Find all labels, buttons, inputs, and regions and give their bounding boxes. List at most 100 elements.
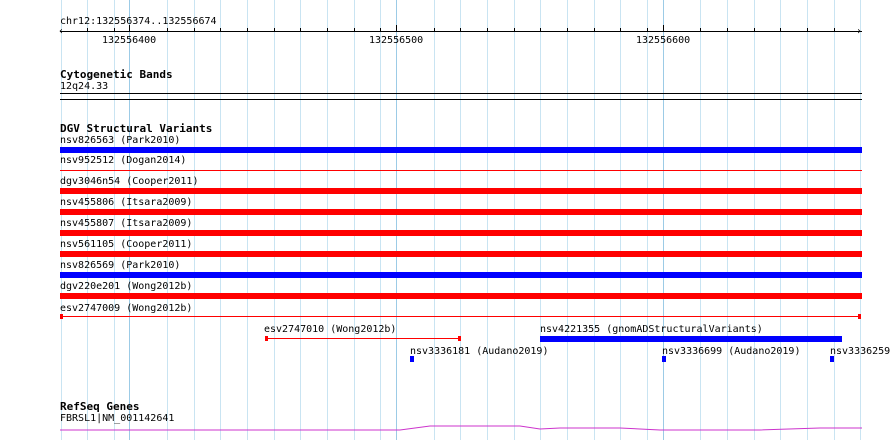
grid-line <box>194 0 195 440</box>
grid-line <box>300 0 301 440</box>
grid-line <box>354 0 355 440</box>
grid-line <box>754 0 755 440</box>
ruler-minor-tick <box>807 28 808 31</box>
variant-bar[interactable] <box>266 338 460 339</box>
variant-end-marker <box>60 314 63 319</box>
grid-line <box>700 0 701 440</box>
grid-line <box>807 0 808 440</box>
variant-bar[interactable] <box>60 188 862 194</box>
location-label: chr12:132556374..132556674 <box>60 16 217 27</box>
ruler-minor-tick <box>380 28 381 31</box>
variant-bar[interactable] <box>410 356 414 362</box>
grid-line <box>727 0 728 440</box>
variant-bar[interactable] <box>830 356 834 362</box>
ruler-right-arrow: › <box>856 26 863 37</box>
grid-line <box>220 0 221 440</box>
ruler-axis <box>60 31 862 32</box>
genome-browser: chr12:132556374..132556674 ‹ › 132556400… <box>0 0 890 440</box>
grid-line <box>663 0 664 440</box>
ruler-minor-tick <box>194 28 195 31</box>
variant-bar[interactable] <box>60 251 862 257</box>
variant-label: dgv220e201 (Wong2012b) <box>60 281 193 292</box>
variant-label: nsv3336181 (Audano2019) <box>410 346 549 357</box>
grid-line <box>540 0 541 440</box>
ruler-minor-tick <box>300 28 301 31</box>
grid-line <box>860 0 861 440</box>
grid-line <box>487 0 488 440</box>
gene-model[interactable] <box>60 422 862 434</box>
ruler-minor-tick <box>247 28 248 31</box>
variant-label: nsv455806 (Itsara2009) <box>60 197 193 208</box>
variant-bar[interactable] <box>60 170 862 171</box>
grid-line <box>460 0 461 440</box>
ruler-minor-tick <box>460 28 461 31</box>
ruler-minor-tick <box>540 28 541 31</box>
variant-end-marker <box>265 336 268 341</box>
variant-bar[interactable] <box>662 356 666 362</box>
variant-label: dgv3046n54 (Cooper2011) <box>60 176 199 187</box>
cytoband-line <box>60 93 862 94</box>
ruler-minor-tick <box>620 28 621 31</box>
ruler-minor-tick <box>87 28 88 31</box>
ruler-minor-tick <box>754 28 755 31</box>
ruler-minor-tick <box>594 28 595 31</box>
variant-label: nsv3336259 <box>830 346 890 357</box>
ruler-minor-tick <box>114 28 115 31</box>
variant-label: nsv826563 (Park2010) <box>60 135 181 146</box>
variant-label: nsv455807 (Itsara2009) <box>60 218 193 229</box>
ruler-minor-tick <box>700 28 701 31</box>
variant-label: esv2747009 (Wong2012b) <box>60 303 193 314</box>
ruler-minor-tick <box>327 28 328 31</box>
ruler-major-tick <box>663 25 664 31</box>
variant-end-marker <box>458 336 461 341</box>
grid-line <box>434 0 435 440</box>
grid-line <box>514 0 515 440</box>
ruler-minor-tick <box>647 28 648 31</box>
ruler-minor-tick <box>780 28 781 31</box>
variant-bar[interactable] <box>540 336 842 342</box>
grid-line <box>327 0 328 440</box>
variant-label: nsv3336699 (Audano2019) <box>662 346 801 357</box>
ruler-minor-tick <box>514 28 515 31</box>
grid-line <box>780 0 781 440</box>
grid-line <box>247 0 248 440</box>
variant-bar[interactable] <box>61 316 861 317</box>
grid-line <box>594 0 595 440</box>
variant-label: nsv4221355 (gnomADStructuralVariants) <box>540 324 763 335</box>
ruler-minor-tick <box>274 28 275 31</box>
grid-line <box>834 0 835 440</box>
variant-label: nsv561105 (Cooper2011) <box>60 239 193 250</box>
variant-label: esv2747010 (Wong2012b) <box>264 324 397 335</box>
cytoband-track-title[interactable]: Cytogenetic Bands <box>60 68 173 81</box>
grid-line <box>380 0 381 440</box>
grid-line <box>567 0 568 440</box>
ruler-major-tick <box>396 25 397 31</box>
variant-end-marker <box>858 314 861 319</box>
ruler-minor-tick <box>834 28 835 31</box>
grid-line <box>274 0 275 440</box>
ruler-minor-tick <box>354 28 355 31</box>
variant-bar[interactable] <box>60 209 862 215</box>
ruler-tick-label: 132556500 <box>369 35 424 46</box>
grid-line <box>396 0 397 440</box>
ruler-minor-tick <box>220 28 221 31</box>
gene-intron-line <box>60 425 862 431</box>
ruler-minor-tick <box>567 28 568 31</box>
grid-line <box>647 0 648 440</box>
variant-label: nsv952512 (Dogan2014) <box>60 155 187 166</box>
variant-label: nsv826569 (Park2010) <box>60 260 181 271</box>
ruler-minor-tick <box>434 28 435 31</box>
variant-bar[interactable] <box>60 230 862 236</box>
ruler-major-tick <box>129 25 130 31</box>
ruler-minor-tick <box>167 28 168 31</box>
ruler-tick-label: 132556400 <box>102 35 157 46</box>
variant-bar[interactable] <box>60 147 862 153</box>
variant-bar[interactable] <box>60 272 862 278</box>
ruler-left-arrow: ‹ <box>58 26 65 37</box>
variant-bar[interactable] <box>60 293 862 299</box>
refseq-track-title[interactable]: RefSeq Genes <box>60 400 139 413</box>
cytoband-line <box>60 99 862 100</box>
ruler-tick-label: 132556600 <box>636 35 691 46</box>
dgv-track-title[interactable]: DGV Structural Variants <box>60 122 212 135</box>
ruler-minor-tick <box>727 28 728 31</box>
